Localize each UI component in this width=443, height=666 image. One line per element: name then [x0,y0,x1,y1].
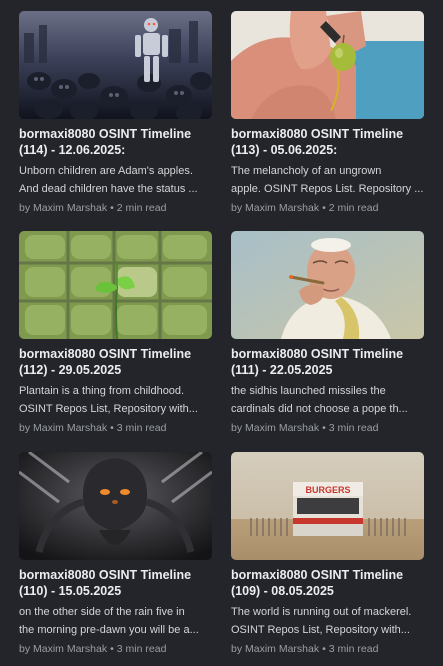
post-excerpt: on the other side of the rain five in th… [19,604,212,639]
separator-dot: • [322,422,326,434]
post-card[interactable]: bormaxi8080 OSINT Timeline (114) - 12.06… [19,11,212,215]
excerpt-line: And dead children have the status ... [19,182,198,195]
post-card[interactable]: bormaxi8080 OSINT Timeline (113) - 05.06… [231,11,424,215]
post-title[interactable]: bormaxi8080 OSINT Timeline (113) - 05.06… [231,127,424,158]
post-card[interactable]: BURGERS bormaxi8080 OSINT Timeline (109)… [231,452,424,656]
post-title[interactable]: bormaxi8080 OSINT Timeline (110) - 15.05… [19,568,212,599]
read-time: 3 min read [328,422,379,434]
separator-dot: • [110,202,114,214]
post-excerpt: the sidhis launched missiles the cardina… [231,383,424,418]
excerpt-line: apple. OSINT Repos List. Repository ... [231,182,424,195]
sprout-through-fence-image[interactable] [19,231,212,339]
read-time: 3 min read [328,643,379,655]
separator-dot: • [110,643,114,655]
pope-smoking-image[interactable] [231,231,424,339]
burgers-kiosk-image[interactable]: BURGERS [231,452,424,560]
robot-over-skulls-image[interactable] [19,11,212,119]
excerpt-line: cardinals did not choose a pope th... [231,402,408,415]
excerpt-line: Plantain is a thing from childhood. [19,385,185,397]
post-card[interactable]: bormaxi8080 OSINT Timeline (110) - 15.05… [19,452,212,656]
post-author: by Maxim Marshak [231,422,320,434]
post-title[interactable]: bormaxi8080 OSINT Timeline (111) - 22.05… [231,347,424,378]
excerpt-line: OSINT Repos List, Repository with... [19,402,198,415]
post-excerpt: Unborn children are Adam's apples. And d… [19,163,212,198]
separator-dot: • [110,422,114,434]
separator-dot: • [322,202,326,214]
excerpt-line: The melancholy of an ungrown [231,165,382,177]
post-grid: bormaxi8080 OSINT Timeline (114) - 12.06… [0,0,443,666]
post-title[interactable]: bormaxi8080 OSINT Timeline (114) - 12.06… [19,127,212,158]
post-meta: by Maxim Marshak • 3 min read [231,642,424,656]
excerpt-line: on the other side of the rain five in [19,606,185,618]
post-excerpt: Plantain is a thing from childhood. OSIN… [19,383,212,418]
read-time: 3 min read [116,643,167,655]
post-meta: by Maxim Marshak • 3 min read [19,421,212,435]
read-time: 2 min read [328,202,379,214]
post-card[interactable]: bormaxi8080 OSINT Timeline (112) - 29.05… [19,231,212,435]
read-time: 2 min read [116,202,167,214]
read-time: 3 min read [116,422,167,434]
post-meta: by Maxim Marshak • 2 min read [231,201,424,215]
post-author: by Maxim Marshak [231,643,320,655]
post-title[interactable]: bormaxi8080 OSINT Timeline (112) - 29.05… [19,347,212,378]
excerpt-line: Unborn children are Adam's apples. [19,165,193,177]
post-excerpt: The world is running out of mackerel. OS… [231,604,424,639]
excerpt-line: the morning pre-dawn you will be a... [19,623,199,636]
post-author: by Maxim Marshak [19,422,108,434]
post-author: by Maxim Marshak [231,202,320,214]
burgers-sign: BURGERS [305,485,350,495]
hand-holding-green-fruit-image[interactable] [231,11,424,119]
post-meta: by Maxim Marshak • 3 min read [19,642,212,656]
excerpt-line: the sidhis launched missiles the [231,385,386,397]
excerpt-line: The world is running out of mackerel. [231,606,412,618]
post-excerpt: The melancholy of an ungrown apple. OSIN… [231,163,424,198]
excerpt-line: OSINT Repos List, Repository with... [231,623,410,636]
post-meta: by Maxim Marshak • 2 min read [19,201,212,215]
post-meta: by Maxim Marshak • 3 min read [231,421,424,435]
post-card[interactable]: bormaxi8080 OSINT Timeline (111) - 22.05… [231,231,424,435]
post-author: by Maxim Marshak [19,202,108,214]
alien-creature-image[interactable] [19,452,212,560]
post-title[interactable]: bormaxi8080 OSINT Timeline (109) - 08.05… [231,568,424,599]
post-author: by Maxim Marshak [19,643,108,655]
separator-dot: • [322,643,326,655]
